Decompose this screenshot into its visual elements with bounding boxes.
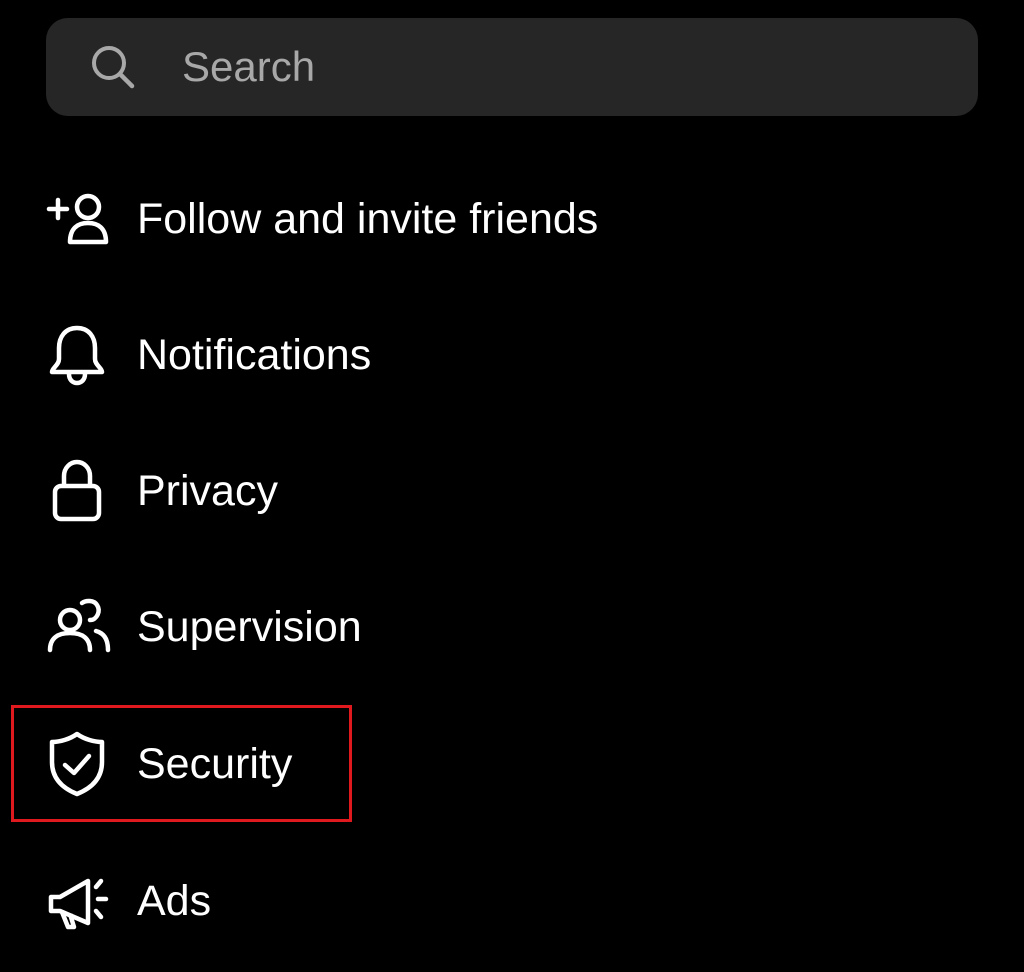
menu-item-supervision[interactable]: Supervision xyxy=(46,577,946,677)
menu-item-label: Supervision xyxy=(137,602,362,651)
people-icon xyxy=(46,593,114,661)
add-person-icon xyxy=(46,185,114,253)
menu-item-security[interactable]: Security xyxy=(46,714,946,814)
lock-icon xyxy=(46,457,114,525)
menu-item-privacy[interactable]: Privacy xyxy=(46,441,946,541)
settings-page: Follow and invite friends Notifications … xyxy=(0,0,1024,972)
menu-item-label: Follow and invite friends xyxy=(137,194,599,243)
menu-item-label: Notifications xyxy=(137,330,372,379)
menu-item-follow-and-invite-friends[interactable]: Follow and invite friends xyxy=(46,169,946,269)
menu-item-label: Security xyxy=(137,739,293,788)
search-bar[interactable] xyxy=(46,18,978,116)
bell-icon xyxy=(46,321,114,389)
menu-item-notifications[interactable]: Notifications xyxy=(46,305,946,405)
menu-item-label: Ads xyxy=(137,876,212,925)
menu-item-label: Privacy xyxy=(137,466,278,515)
megaphone-icon xyxy=(46,867,114,935)
menu-item-ads[interactable]: Ads xyxy=(46,851,946,951)
shield-check-icon xyxy=(46,730,114,798)
search-input[interactable] xyxy=(182,18,942,116)
search-icon xyxy=(90,44,136,90)
